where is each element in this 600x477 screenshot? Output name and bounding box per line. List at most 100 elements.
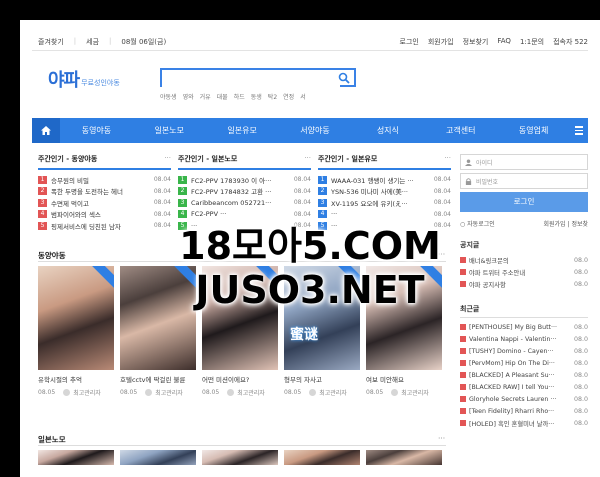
video-thumbnail[interactable] <box>120 450 196 465</box>
login-button[interactable]: 로그인 <box>460 192 588 212</box>
ranking-item[interactable]: 3 수면제 먹이고 08.04 <box>38 197 171 209</box>
ranking-item[interactable]: 1 FC2-PPV 1783930 이 아··· 08.04 <box>178 174 311 186</box>
bullet-icon <box>460 348 466 354</box>
recent-item[interactable]: Valentina Nappi - Valentin··· 08.0 <box>460 333 588 345</box>
video-caption[interactable]: 여보 미안해요 <box>366 374 442 384</box>
search-tag[interactable]: 거유 <box>200 92 211 101</box>
search-tag[interactable]: 동생 <box>251 92 262 101</box>
separator: | <box>109 37 112 45</box>
bookmark-link[interactable]: 즐겨찾기 <box>38 37 64 47</box>
recent-date: 08.0 <box>573 395 588 403</box>
rank-title: FC2-PPV 1784832 고환 ··· <box>191 188 272 197</box>
video-thumbnail[interactable] <box>38 450 114 465</box>
recent-item[interactable]: [PervMom] Hip On The Di··· 08.0 <box>460 357 588 369</box>
search-tag[interactable]: 서 <box>300 92 306 101</box>
recent-item[interactable]: [HOLED] 흑인 혼혈미녀 날까··· 08.0 <box>460 417 588 429</box>
video-caption[interactable]: 유학시절의 추억 <box>38 374 114 384</box>
bullet-icon <box>460 408 466 414</box>
video-author[interactable]: 최고관리자 <box>319 388 347 397</box>
panel-title[interactable]: 주간인기 - 일본노모 ··· <box>178 154 311 170</box>
bullet-icon <box>460 396 466 402</box>
video-thumbnail[interactable] <box>202 450 278 465</box>
recent-item[interactable]: [PENTHOUSE] My Big Butt··· 08.0 <box>460 321 588 333</box>
nav-item[interactable]: 동영업체 <box>497 125 570 136</box>
ranking-item[interactable]: 2 YSN-536 미나미 사에(美··· 08.04 <box>318 186 451 198</box>
lock-icon <box>465 177 472 185</box>
search-input[interactable] <box>162 76 340 91</box>
video-author[interactable]: 최고관리자 <box>401 388 429 397</box>
ranking-item[interactable]: 1 승무원의 비밀 08.04 <box>38 174 171 186</box>
search-tag[interactable]: 영와 <box>183 92 194 101</box>
section-jp-nomo-title[interactable]: 일본노모 ··· <box>38 434 445 445</box>
faq-link[interactable]: FAQ <box>497 37 511 47</box>
jp-nomo-video-cards <box>38 450 446 465</box>
id-field[interactable]: 아이디 <box>460 154 588 170</box>
panel-more[interactable]: ··· <box>304 154 311 162</box>
rank-date: 08.04 <box>153 199 171 207</box>
search-tag[interactable]: 하드 <box>234 92 245 101</box>
home-button[interactable] <box>32 118 60 143</box>
panel-more[interactable]: ··· <box>164 154 171 162</box>
panel-title[interactable]: 주간인기 - 일본유모 ··· <box>318 154 451 170</box>
nav-item[interactable]: 일본유모 <box>206 125 279 136</box>
ranking-item[interactable]: 2 폭한 두명을 도전하는 헤너 08.04 <box>38 186 171 198</box>
search-icon[interactable] <box>338 72 350 84</box>
video-date: 08.05 <box>120 389 138 396</box>
panel-more[interactable]: ··· <box>444 154 451 162</box>
password-field[interactable]: 비밀번호 <box>460 173 588 189</box>
ranking-item[interactable]: 3 Caribbeancom 052721··· 08.04 <box>178 197 311 209</box>
recent-item[interactable]: [Teen Fidelity] Rharri Rho··· 08.0 <box>460 405 588 417</box>
login-link[interactable]: 로그인 <box>400 37 419 47</box>
tax-link[interactable]: 세금 <box>86 37 99 47</box>
nav-item[interactable]: 서양야동 <box>279 125 352 136</box>
rank-number: 1 <box>38 175 47 184</box>
search-tag[interactable]: 대물 <box>217 92 228 101</box>
bullet-icon <box>460 384 466 390</box>
visitor-count[interactable]: 접속자 522 <box>553 37 588 47</box>
recent-text: [PENTHOUSE] My Big Butt··· <box>469 323 558 331</box>
video-author[interactable]: 최고관리자 <box>155 388 183 397</box>
rank-date: 08.04 <box>293 199 311 207</box>
watermark-line-2: JUSO3.NET <box>195 268 425 312</box>
recent-item[interactable]: [BLACKED RAW] I tell You··· 08.0 <box>460 381 588 393</box>
divider <box>38 445 446 446</box>
recent-date: 08.0 <box>573 323 588 331</box>
video-caption[interactable]: 형부의 자사고 <box>284 374 360 384</box>
site-logo[interactable]: 야파 무료성인야동 <box>48 66 120 92</box>
register-link[interactable]: 회원가입 <box>428 37 454 47</box>
search-tag[interactable]: 연정 <box>283 92 294 101</box>
search-tag[interactable]: 탁2 <box>268 92 277 101</box>
ranking-item[interactable]: 3 XV-1195 요오에 유키(え··· 08.04 <box>318 197 451 209</box>
nav-item[interactable]: 일본노모 <box>133 125 206 136</box>
qna-link[interactable]: 1:1문의 <box>520 37 544 47</box>
popular-tags: 야동생 영와 거유 대물 하드 동생 탁2 연정 서 <box>160 92 306 101</box>
search-tag[interactable]: 야동생 <box>160 92 177 101</box>
video-caption[interactable]: 어떤 미션이에요? <box>202 374 278 384</box>
video-caption[interactable]: 호텔cctv에 딱걸린 불륜 <box>120 374 196 384</box>
video-author[interactable]: 최고관리자 <box>237 388 265 397</box>
nav-item[interactable]: 성지식 <box>351 125 424 136</box>
recent-item[interactable]: Gloryhole Secrets Lauren ··· 08.0 <box>460 393 588 405</box>
nav-item[interactable]: 고객센터 <box>424 125 497 136</box>
recent-text: [BLACKED RAW] I tell You··· <box>469 383 555 391</box>
find-info-link[interactable]: 정보찾기 <box>463 37 489 47</box>
video-date: 08.05 <box>366 389 384 396</box>
ranking-item[interactable]: 2 FC2-PPV 1784832 고환 ··· 08.04 <box>178 186 311 198</box>
menu-icon[interactable] <box>570 126 588 135</box>
nav-item[interactable]: 동영야동 <box>60 125 133 136</box>
video-author[interactable]: 최고관리자 <box>73 388 101 397</box>
recent-text: Valentina Nappi - Valentin··· <box>469 335 557 343</box>
video-thumbnail[interactable] <box>366 450 442 465</box>
video-meta: 08.05 최고관리자 <box>38 388 114 397</box>
recent-text: Gloryhole Secrets Lauren ··· <box>469 395 557 403</box>
separator: | <box>73 37 77 45</box>
recent-date: 08.0 <box>573 419 588 427</box>
panel-title[interactable]: 주간인기 - 동양야동 ··· <box>38 154 171 170</box>
rank-number: 3 <box>178 198 187 207</box>
recent-item[interactable]: [BLACKED] A Pleasant Su··· 08.0 <box>460 369 588 381</box>
video-thumbnail[interactable] <box>284 450 360 465</box>
rank-date: 08.04 <box>153 187 171 195</box>
recent-item[interactable]: [TUSHY] Domino - Cayen··· 08.0 <box>460 345 588 357</box>
section-jp-nomo-more[interactable]: ··· <box>438 434 445 443</box>
ranking-item[interactable]: 1 WAAA-031 행쌩이 생기는 ··· 08.04 <box>318 174 451 186</box>
